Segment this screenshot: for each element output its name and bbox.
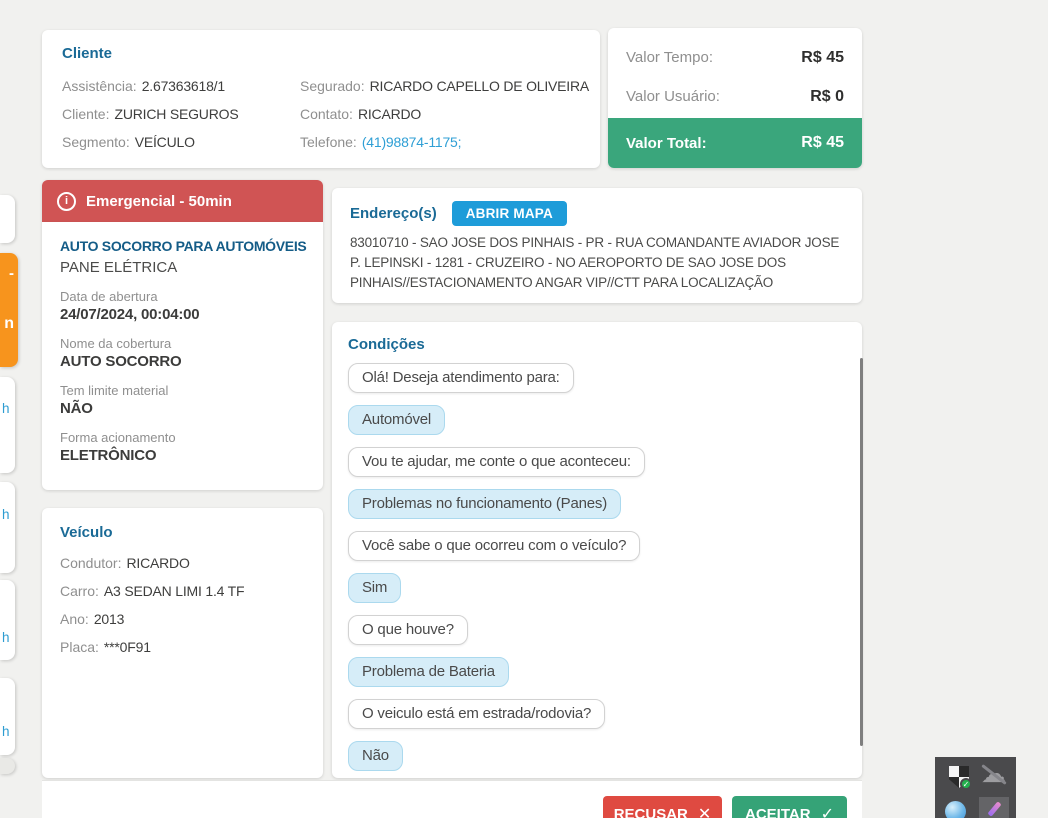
card-link-fragment: h — [2, 507, 10, 522]
system-tray-popup: ✓ ☁ — [935, 757, 1016, 818]
assistance-field: Assistência: 2.67363618/1 — [62, 78, 225, 94]
card-text-fragment: - — [9, 265, 14, 282]
emergency-banner: i Emergencial - 50min — [42, 180, 323, 222]
insured-field: Segurado: RICARDO CAPELLO DE OLIVEIRA — [300, 78, 590, 94]
car-field: Carro: A3 SEDAN LIMI 1.4 TF — [60, 583, 245, 599]
conditions-card-title: Condições — [348, 336, 425, 353]
conditions-scrollbar[interactable] — [860, 358, 863, 746]
vehicle-card: Veículo Condutor: RICARDO Carro: A3 SEDAN … — [42, 508, 323, 778]
phone-field: Telefone: (41)98874-1175; — [300, 134, 462, 150]
card-link-fragment: h — [2, 401, 10, 416]
background-list-card[interactable]: h — [0, 678, 15, 755]
chat-message-user: Automóvel — [348, 405, 446, 435]
chat-message-bot: O veiculo está em estrada/rodovia? — [348, 699, 606, 729]
footer-action-bar: RECUSAR ✕ ACEITAR ✓ — [42, 780, 862, 818]
background-list-card[interactable]: h — [0, 580, 15, 660]
value-total-bar: Valor Total: R$ 45 — [608, 118, 862, 168]
emergency-banner-label: Emergencial - 50min — [86, 192, 232, 210]
address-card-title: Endereço(s) — [350, 205, 437, 222]
card-text-fragment: n — [4, 315, 14, 332]
client-field: Cliente: ZURICH SEGUROS — [62, 106, 239, 122]
values-card: Valor Tempo: R$ 45 Valor Usuário: R$ 0 V… — [608, 28, 862, 168]
value-time-row: Valor Tempo: R$ 45 — [626, 48, 844, 67]
tray-icon-highlight[interactable] — [979, 797, 1009, 818]
activation-type-field: Forma acionamento ELETRÔNICO — [60, 430, 176, 464]
client-card: Cliente Assistência: 2.67363618/1 Cliente… — [42, 30, 600, 168]
service-problem: PANE ELÉTRICA — [60, 259, 178, 276]
background-list-card[interactable]: h — [0, 377, 15, 473]
plate-field: Placa: ***0F91 — [60, 639, 151, 655]
card-link-fragment: h — [2, 724, 10, 739]
chat-message-bot: O que houve? — [348, 615, 468, 645]
chat-message-user: Não — [348, 741, 403, 771]
check-badge-icon: ✓ — [960, 778, 972, 790]
service-name: AUTO SOCORRO PARA AUTOMÓVEIS — [60, 238, 307, 254]
background-list-card[interactable]: h — [0, 482, 15, 573]
pen-tool-icon — [987, 801, 1002, 817]
card-link-fragment: h — [2, 630, 10, 645]
client-card-title: Cliente — [62, 45, 113, 62]
segment-field: Segmento: VEÍCULO — [62, 134, 195, 150]
client-fields-column-1: Assistência: 2.67363618/1 Cliente: ZURICH … — [62, 72, 239, 156]
year-field: Ano: 2013 — [60, 611, 125, 627]
chat-message-bot: Você sabe o que ocorreu com o veículo? — [348, 531, 641, 561]
check-icon: ✓ — [820, 806, 834, 818]
value-user-row: Valor Usuário: R$ 0 — [626, 87, 844, 106]
vehicle-fields: Condutor: RICARDO Carro: A3 SEDAN LIMI 1.4… — [60, 549, 305, 661]
close-icon: ✕ — [697, 806, 712, 818]
phone-link[interactable]: (41)98874-1175; — [362, 134, 462, 150]
vehicle-card-title: Veículo — [60, 524, 113, 541]
chat-message-bot: Vou te ajudar, me conte o que aconteceu: — [348, 447, 645, 477]
driver-field: Condutor: RICARDO — [60, 555, 190, 571]
chat-message-bot: Olá! Deseja atendimento para: — [348, 363, 574, 393]
accept-button[interactable]: ACEITAR ✓ — [732, 796, 847, 818]
chat-message-user: Problema de Bateria — [348, 657, 509, 687]
conditions-card: Condições Olá! Deseja atendimento para: … — [332, 322, 862, 778]
open-map-button[interactable]: ABRIR MAPA — [451, 201, 567, 226]
open-date-field: Data de abertura 24/07/2024, 00:04:00 — [60, 289, 200, 323]
coverage-name-field: Nome da cobertura AUTO SOCORRO — [60, 336, 182, 370]
background-list-card[interactable] — [0, 195, 15, 243]
background-list-card[interactable] — [0, 758, 15, 774]
chat-message-user: Problemas no funcionamento (Panes) — [348, 489, 622, 519]
service-card: AUTO SOCORRO PARA AUTOMÓVEIS PANE ELÉTRI… — [42, 222, 323, 490]
address-card: Endereço(s) ABRIR MAPA 83010710 - SAO JO… — [332, 188, 862, 303]
contact-field: Contato: RICARDO — [300, 106, 422, 122]
chat-history: Olá! Deseja atendimento para: Automóvel … — [348, 363, 846, 771]
address-text: 83010710 - SAO JOSE DOS PINHAIS - PR - R… — [350, 235, 840, 290]
client-fields-column-2: Segurado: RICARDO CAPELLO DE OLIVEIRA Con… — [300, 72, 589, 156]
background-list-card-selected[interactable]: - n — [0, 253, 18, 367]
reject-button[interactable]: RECUSAR ✕ — [603, 796, 722, 818]
material-limit-field: Tem limite material NÃO — [60, 383, 169, 417]
chat-message-user: Sim — [348, 573, 402, 603]
browser-sphere-icon[interactable] — [945, 801, 966, 818]
info-icon: i — [57, 191, 76, 211]
